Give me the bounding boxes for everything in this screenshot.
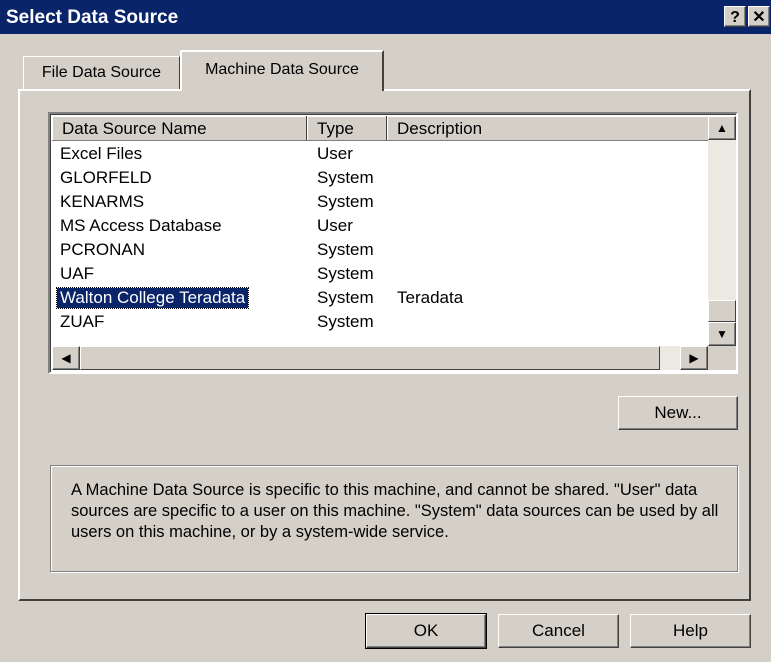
item-name: Excel Files	[60, 144, 143, 163]
list-item[interactable]: KENARMS System	[52, 191, 710, 215]
list-item[interactable]: Excel Files User	[52, 143, 710, 167]
item-name: ZUAF	[60, 312, 105, 331]
list-item-selected[interactable]: Walton College Teradata System Teradata	[52, 287, 710, 311]
scroll-right-icon[interactable]: ▶	[680, 346, 708, 370]
column-header-type[interactable]: Type	[307, 116, 387, 141]
list-item[interactable]: UAF System	[52, 263, 710, 287]
scroll-up-icon[interactable]: ▲	[708, 116, 736, 140]
item-name: UAF	[60, 264, 94, 283]
item-name: MS Access Database	[60, 216, 222, 235]
help-icon[interactable]: ?	[724, 6, 746, 27]
tab-file-data-source[interactable]: File Data Source	[23, 56, 180, 90]
vertical-scroll-thumb[interactable]	[708, 300, 736, 322]
new-button[interactable]: New...	[618, 396, 738, 430]
list-item[interactable]: GLORFELD System	[52, 167, 710, 191]
item-type: System	[317, 168, 374, 187]
scroll-down-icon[interactable]: ▼	[708, 322, 736, 346]
item-type: System	[317, 264, 374, 283]
item-type: System	[317, 312, 374, 331]
data-source-list[interactable]: Data Source Name Type Description Excel …	[48, 112, 738, 374]
horizontal-scrollbar[interactable]: ◀ ▶	[52, 346, 708, 370]
horizontal-scroll-thumb[interactable]	[80, 346, 660, 370]
item-description: Teradata	[397, 288, 464, 307]
help-button[interactable]: Help	[630, 614, 751, 648]
vertical-scrollbar[interactable]: ▲ ▼	[708, 116, 736, 346]
window-title: Select Data Source	[6, 7, 179, 28]
item-type: System	[317, 288, 374, 307]
item-name: GLORFELD	[60, 168, 152, 187]
info-text: A Machine Data Source is specific to thi…	[71, 481, 719, 541]
item-name: KENARMS	[60, 192, 145, 211]
item-name: PCRONAN	[60, 240, 146, 259]
list-header: Data Source Name Type Description	[52, 116, 710, 141]
info-box: A Machine Data Source is specific to thi…	[50, 465, 738, 572]
item-type: User	[317, 144, 353, 163]
tab-machine-data-source[interactable]: Machine Data Source	[180, 50, 384, 91]
list-item[interactable]: PCRONAN System	[52, 239, 710, 263]
ok-button[interactable]: OK	[366, 614, 486, 648]
item-type: User	[317, 216, 353, 235]
list-item[interactable]: ZUAF System	[52, 311, 710, 335]
item-name: Walton College Teradata	[55, 287, 250, 309]
item-type: System	[317, 240, 374, 259]
title-bar[interactable]: Select Data Source ? ✕	[0, 0, 771, 34]
close-icon[interactable]: ✕	[748, 6, 770, 27]
cancel-button[interactable]: Cancel	[498, 614, 619, 648]
column-header-name[interactable]: Data Source Name	[52, 116, 307, 141]
item-type: System	[317, 192, 374, 211]
column-header-description[interactable]: Description	[387, 116, 710, 141]
scroll-left-icon[interactable]: ◀	[52, 346, 80, 370]
list-item[interactable]: MS Access Database User	[52, 215, 710, 239]
scrollbar-corner	[708, 346, 736, 370]
